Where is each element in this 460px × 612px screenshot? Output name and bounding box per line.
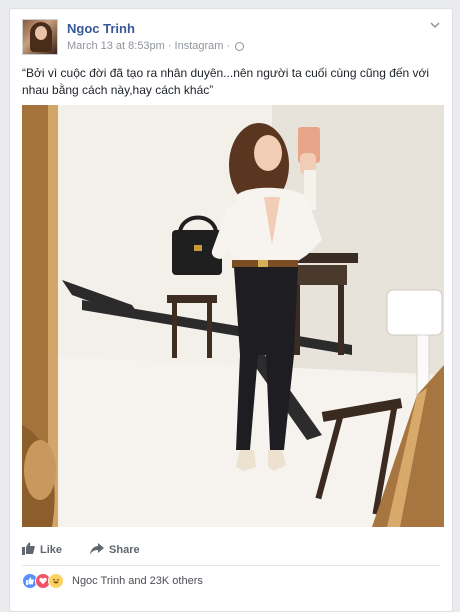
- post-photo[interactable]: [22, 105, 444, 527]
- post-date[interactable]: March 13 at 8:53pm: [67, 40, 165, 52]
- avatar-face: [35, 26, 47, 40]
- photo-illustration: [22, 105, 444, 527]
- globe-icon: [235, 41, 245, 51]
- share-label: Share: [109, 544, 140, 556]
- reactions-summary[interactable]: Ngoc Trinh and 23K others: [22, 572, 203, 590]
- post-caption: “Bởi vì cuộc đời đã tạo ra nhân duyên...…: [22, 66, 430, 97]
- reactions-summary-text: Ngoc Trinh and 23K others: [72, 575, 203, 587]
- thumbs-up-icon: [22, 542, 35, 558]
- reaction-icons: [22, 573, 64, 589]
- post-card: Ngoc Trinh March 13 at 8:53pm · Instagra…: [9, 8, 453, 612]
- haha-icon: [48, 573, 64, 589]
- meta-separator-2: ·: [226, 40, 231, 52]
- author-name[interactable]: Ngoc Trinh: [67, 21, 135, 36]
- post-source[interactable]: Instagram: [175, 40, 224, 52]
- post-meta: March 13 at 8:53pm · Instagram ·: [67, 40, 245, 52]
- share-button[interactable]: Share: [90, 542, 140, 558]
- share-icon: [90, 542, 105, 558]
- post-actions: Like Share: [22, 536, 440, 564]
- like-button[interactable]: Like: [22, 542, 62, 558]
- avatar[interactable]: [22, 19, 58, 55]
- post-header: Ngoc Trinh March 13 at 8:53pm · Instagra…: [22, 19, 442, 59]
- actions-divider: [22, 565, 440, 566]
- like-label: Like: [40, 544, 63, 556]
- meta-separator: ·: [167, 40, 172, 52]
- chevron-down-icon[interactable]: [428, 19, 442, 33]
